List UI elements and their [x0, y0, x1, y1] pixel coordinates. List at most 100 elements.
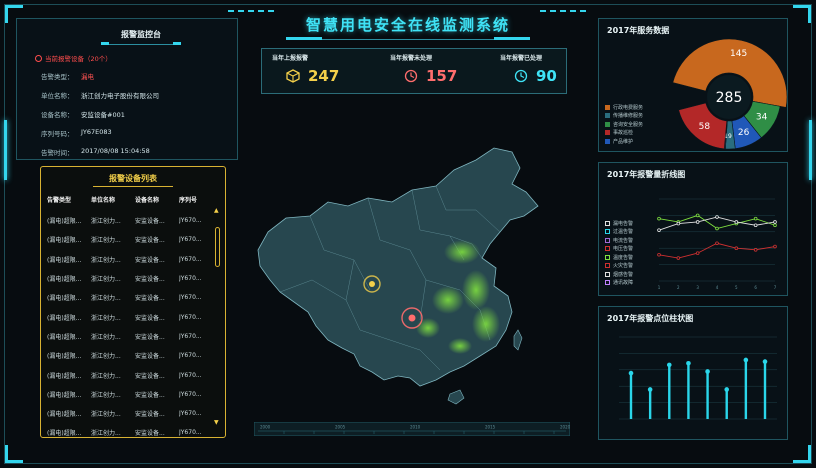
bar[interactable] — [648, 389, 652, 419]
line-point[interactable] — [753, 216, 758, 221]
table-cell: 浙江创力... — [91, 333, 121, 341]
info-key: 单位名称： — [41, 92, 74, 100]
scroll-down-icon[interactable]: ▼ — [214, 419, 219, 426]
line-point[interactable] — [753, 223, 758, 228]
table-cell: 浙江创力... — [91, 256, 121, 264]
line-point[interactable] — [734, 220, 739, 224]
table-cell: 浙江创力... — [91, 218, 121, 226]
table-cell: (漏电)超限... — [47, 353, 82, 361]
stat-label: 当年报警已处理 — [500, 55, 543, 62]
line-point[interactable] — [657, 228, 661, 232]
column-header: 告警类型 — [47, 197, 72, 204]
frame-corner — [5, 445, 23, 463]
table-cell: (漏电)超限... — [47, 218, 82, 226]
bar[interactable] — [706, 371, 709, 419]
title-bar: 智慧用电安全在线监测系统 — [286, 6, 530, 40]
line-point[interactable] — [773, 220, 777, 224]
info-value: 漏电 — [81, 73, 94, 81]
bar-cap — [666, 362, 672, 368]
line-point[interactable] — [715, 241, 719, 246]
line-point[interactable] — [676, 221, 681, 226]
bar[interactable] — [744, 359, 748, 419]
scroll-up-icon[interactable]: ▲ — [214, 207, 219, 214]
legend-item[interactable]: 事故巡检 — [605, 129, 643, 138]
alarm-line-chart[interactable]: 1 2 3 4 5 6 7 — [599, 163, 789, 297]
legend-item[interactable]: 咨询安全服务 — [605, 120, 643, 129]
legend-swatch — [605, 121, 610, 127]
table-row[interactable]: (漏电)超限... 浙江创力... 安监设备... JY670... — [47, 404, 223, 423]
table-row[interactable]: (漏电)超限... 浙江创力... 安监设备... JY670... — [47, 230, 223, 249]
line-point[interactable] — [715, 215, 719, 219]
table-row[interactable]: (漏电)超限... 浙江创力... 安监设备... JY670... — [47, 327, 223, 346]
line-point[interactable] — [657, 252, 661, 257]
table-cell: JY670... — [179, 352, 202, 360]
frame-corner — [793, 5, 811, 23]
legend-label: 传播维修服务 — [613, 113, 644, 120]
x-tick-label: 4 — [716, 285, 719, 290]
alarm-bar-chart[interactable] — [599, 307, 789, 441]
map-island[interactable] — [447, 389, 465, 405]
line-point[interactable] — [753, 248, 758, 252]
scrollbar[interactable] — [215, 227, 220, 267]
line-point[interactable] — [773, 244, 777, 249]
table-cell: 安监设备... — [135, 218, 165, 226]
legend-item[interactable]: 行政电费服务 — [605, 103, 643, 112]
bar-cap — [743, 357, 749, 363]
table-cell: JY670... — [179, 332, 202, 340]
table-cell: (漏电)超限... — [47, 372, 82, 380]
table-cell: 安监设备... — [135, 276, 165, 284]
legend-item[interactable]: 传播维修服务 — [605, 112, 643, 121]
table-row[interactable]: (漏电)超限... 浙江创力... 安监设备... JY670... — [47, 385, 223, 404]
info-key: 设备名称： — [41, 111, 74, 119]
bar[interactable] — [763, 361, 767, 419]
stat-value: 157 — [426, 67, 458, 85]
timeline-tick: 2000 — [260, 425, 271, 430]
table-row[interactable]: (漏电)超限... 浙江创力... 安监设备... JY670... — [47, 365, 223, 384]
timeline-slider[interactable]: 2000 2005 2010 2015 2020 — [254, 422, 570, 436]
table-row[interactable]: (漏电)超限... 浙江创力... 安监设备... JY670... — [47, 423, 223, 442]
map-landmass[interactable] — [257, 147, 539, 387]
current-alarm-devices-label: 当前报警设备（20个） — [45, 55, 112, 63]
line-point[interactable] — [676, 256, 681, 260]
current-alarm-devices[interactable]: 当前报警设备（20个） — [35, 53, 112, 63]
table-cell: (漏电)超限... — [47, 295, 82, 303]
map-island[interactable] — [513, 329, 523, 351]
line-point[interactable] — [715, 226, 719, 231]
line-series[interactable] — [658, 242, 776, 259]
alarm-info-row: 告警时间： 2017/08/08 15:04:58 — [41, 147, 150, 157]
line-point[interactable] — [773, 223, 777, 228]
line-point[interactable] — [695, 220, 700, 224]
info-value: JY67E083 — [81, 128, 112, 136]
table-cell: 安监设备... — [135, 295, 165, 303]
bar[interactable] — [668, 364, 671, 419]
line-point[interactable] — [657, 216, 661, 221]
bar[interactable] — [629, 373, 633, 419]
table-row[interactable]: (漏电)超限... 浙江创力... 安监设备... JY670... — [47, 250, 223, 269]
line-point[interactable] — [734, 246, 739, 250]
bar[interactable] — [725, 389, 728, 419]
info-value: 浙江创力电子股份有限公司 — [81, 92, 159, 100]
table-cell: JY670... — [179, 429, 202, 437]
table-cell: 浙江创力... — [91, 353, 121, 361]
alarm-list-rows: (漏电)超限... 浙江创力... 安监设备... JY670... (漏电)超限...… — [47, 211, 223, 443]
legend-label: 事故巡检 — [613, 130, 634, 137]
table-cell: JY670... — [179, 371, 202, 379]
table-row[interactable]: (漏电)超限... 浙江创力... 安监设备... JY670... — [47, 346, 223, 365]
line-point[interactable] — [695, 251, 700, 255]
bar-cap — [686, 360, 691, 366]
legend-item[interactable]: 产品维护 — [605, 137, 643, 146]
table-row[interactable]: (漏电)超限... 浙江创力... 安监设备... JY670... — [47, 211, 223, 230]
alarm-monitor-panel: 报警监控台 当前报警设备（20个） 告警类型： 漏电 单位名称： 浙江创力电子股份有限… — [16, 18, 238, 160]
alarm-list-header: 告警类型 单位名称 设备名称 序列号 — [47, 195, 223, 204]
table-cell: (漏电)超限... — [47, 314, 82, 322]
line-point[interactable] — [695, 213, 700, 218]
china-map[interactable] — [250, 140, 570, 420]
bar[interactable] — [687, 363, 690, 419]
top-decoration — [228, 10, 278, 12]
alarm-list-title: 报警设备列表 — [93, 173, 173, 187]
table-row[interactable]: (漏电)超限... 浙江创力... 安监设备... JY670... — [47, 307, 223, 326]
info-key: 序列号码： — [41, 130, 74, 138]
table-row[interactable]: (漏电)超限... 浙江创力... 安监设备... JY670... — [47, 269, 223, 288]
table-row[interactable]: (漏电)超限... 浙江创力... 安监设备... JY670... — [47, 288, 223, 307]
alarm-bar-panel: 2017年报警点位柱状图 — [598, 306, 788, 440]
